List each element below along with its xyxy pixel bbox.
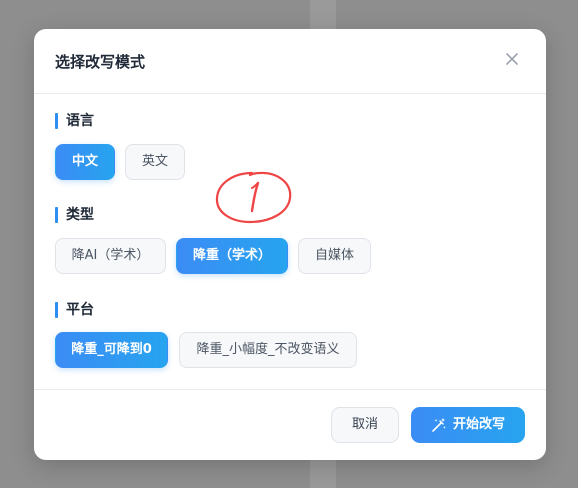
start-rewrite-label: 开始改写 [453,417,506,432]
option-dedup-academic[interactable]: 降重（学术） [176,238,288,274]
section-label-platform: 平台 [55,302,94,318]
option-dedup-to-zero[interactable]: 降重_可降到0 [55,332,168,368]
section-label-type: 类型 [55,207,94,223]
cancel-button[interactable]: 取消 [331,407,399,443]
section-label-language: 语言 [55,113,94,129]
start-rewrite-button[interactable]: 开始改写 [411,407,525,443]
option-chinese[interactable]: 中文 [55,144,115,180]
option-english[interactable]: 英文 [125,144,185,180]
header-divider [34,93,546,94]
option-dedup-small-keep-meaning[interactable]: 降重_小幅度_不改变语义 [179,332,357,368]
magic-wand-icon [432,418,446,432]
footer-divider [34,389,546,390]
dialog-title: 选择改写模式 [55,53,146,71]
handdrawn-annotation-circle [215,171,292,224]
close-icon[interactable] [504,51,520,67]
rewrite-mode-dialog: 选择改写模式 语言 中文 英文 类型 降AI（学术） 降重（学术） 自媒体 平台… [34,29,546,460]
option-self-media[interactable]: 自媒体 [298,238,371,274]
option-reduce-ai-academic[interactable]: 降AI（学术） [55,238,166,274]
